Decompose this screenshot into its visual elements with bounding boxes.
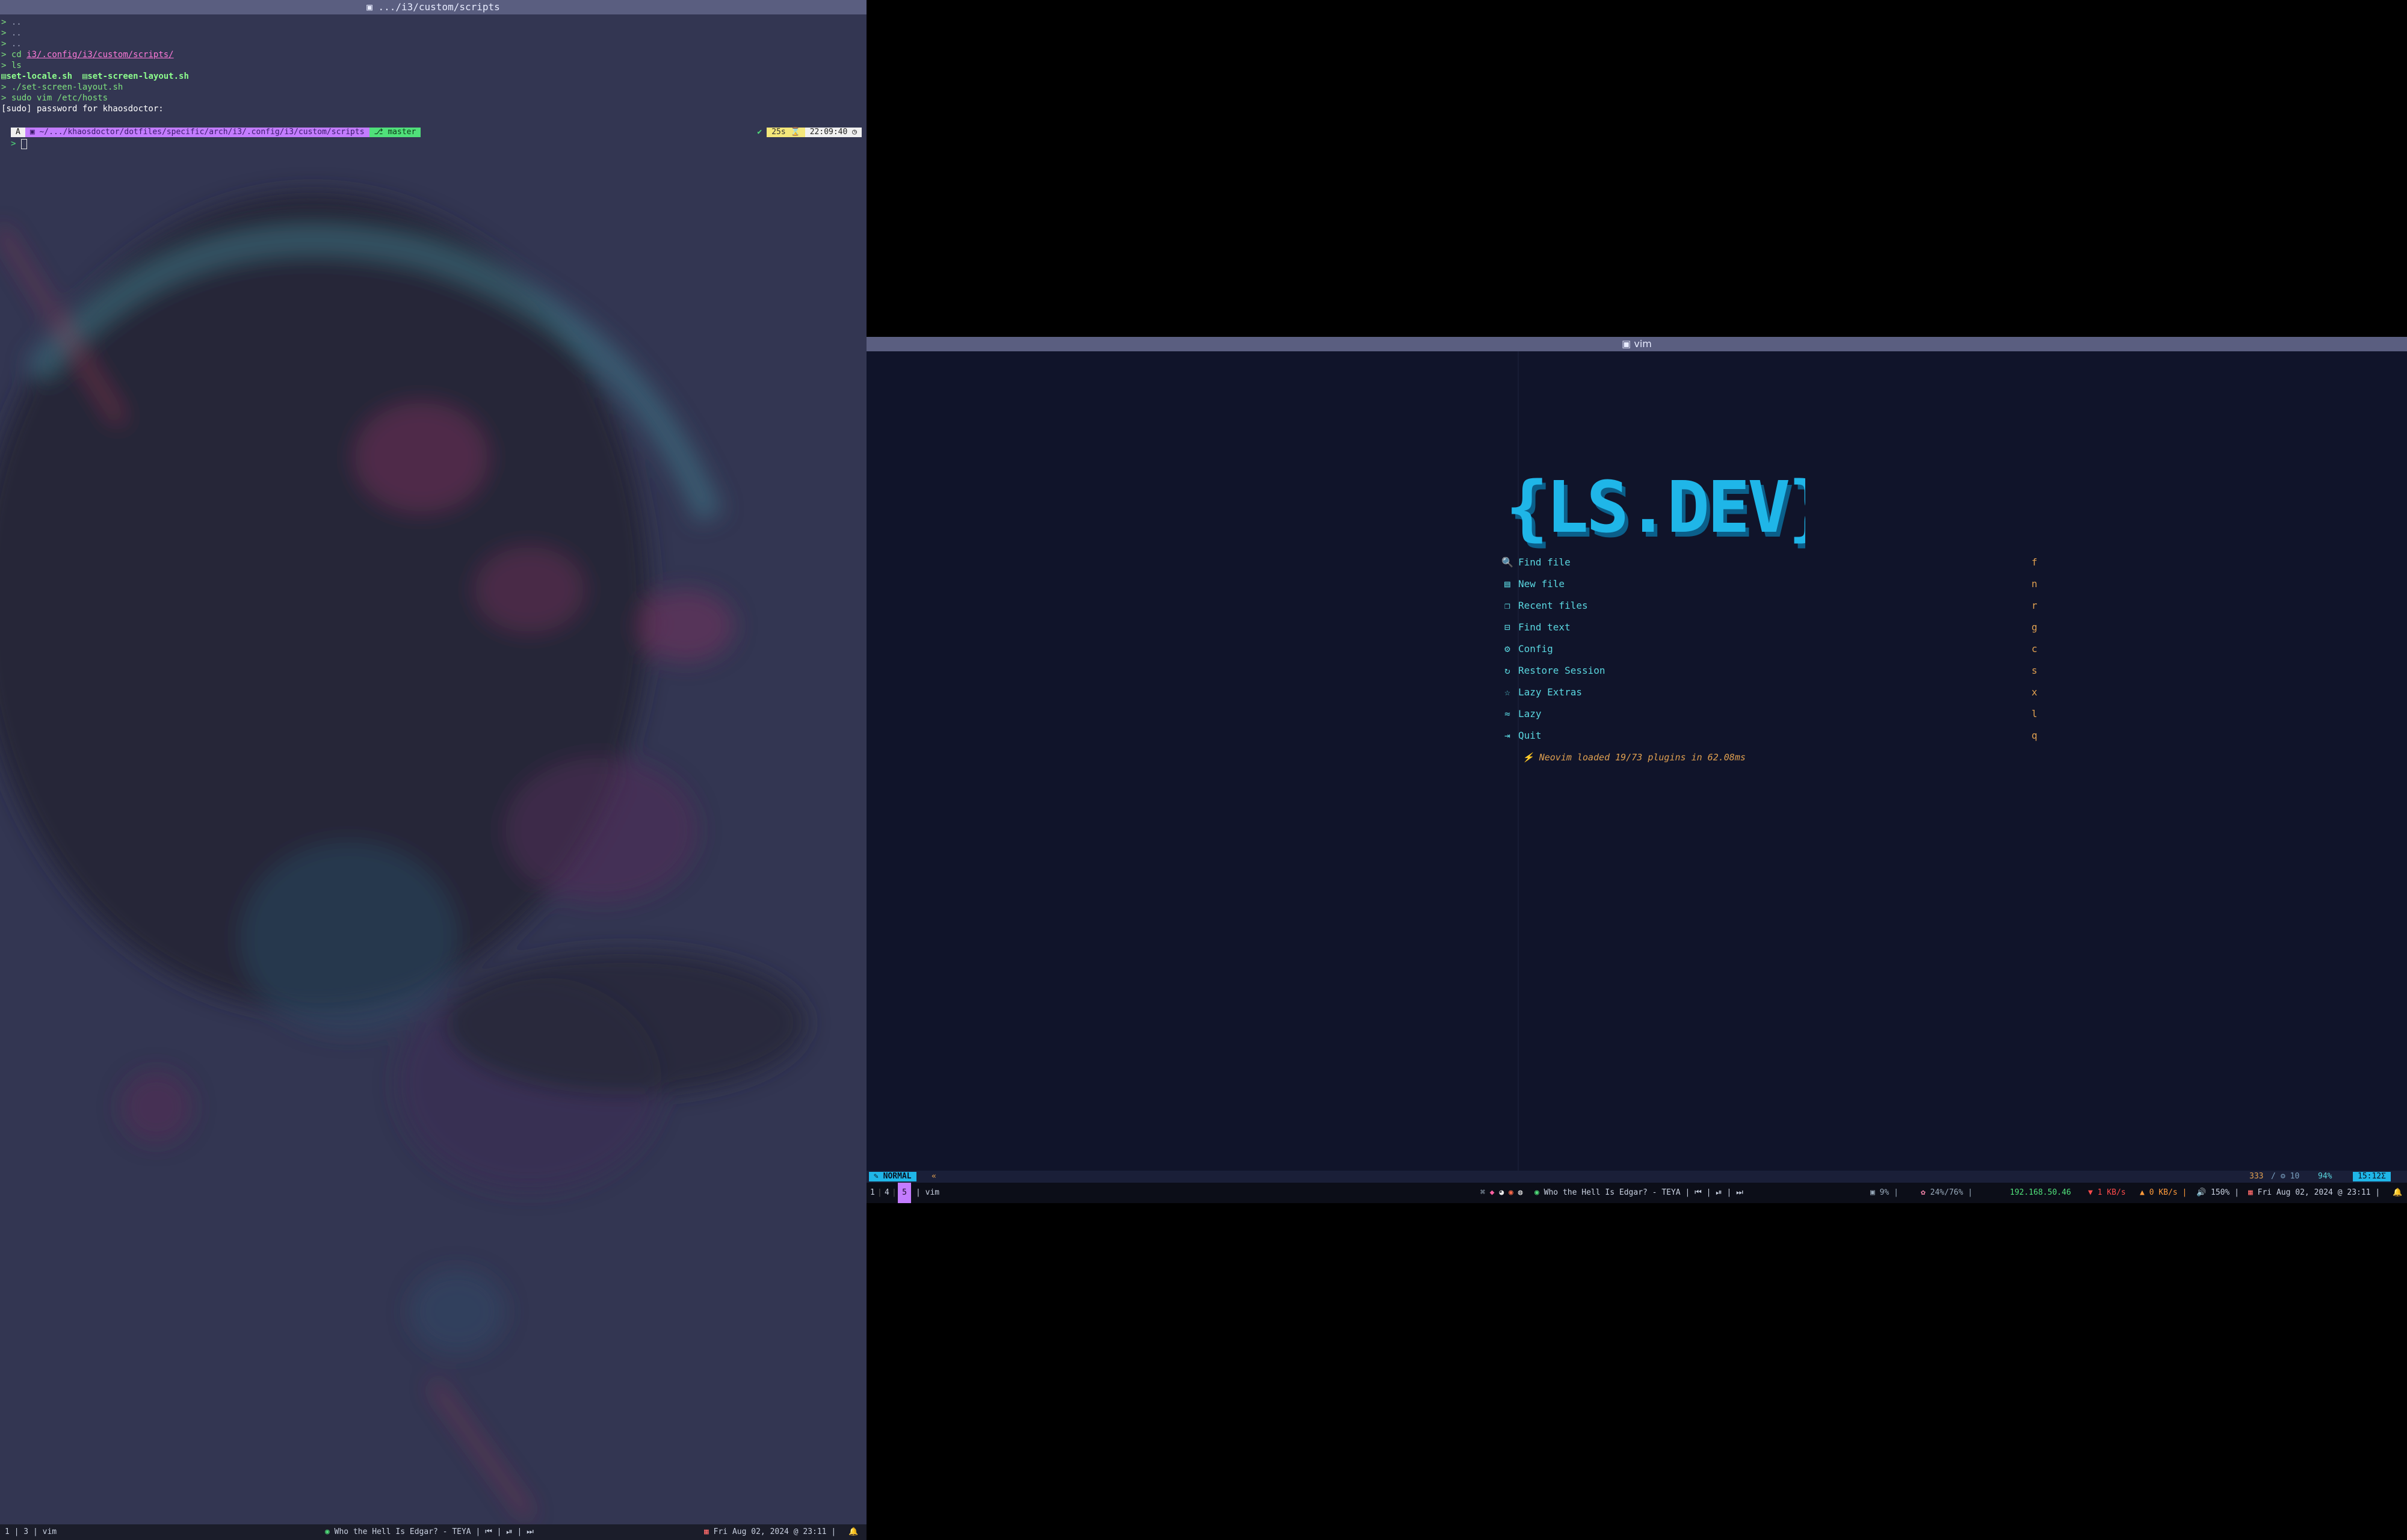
workspace-active[interactable]: 5: [898, 1183, 911, 1203]
quit-icon: ⇥: [1504, 730, 1510, 741]
terminal-line: > ls: [1, 61, 22, 70]
upload-speed: ▲ 0 KB/s |: [2140, 1188, 2187, 1197]
brain-icon: ✿: [1921, 1188, 1926, 1197]
terminal-line: > ./set-screen-layout.sh: [1, 82, 123, 92]
workspace-4[interactable]: 4: [885, 1183, 889, 1203]
ls-dev-logo: {LS.DEV} {LS.DEV}: [1506, 472, 1805, 550]
powerline-path: ▣ ~/.../khaosdoctor/dotfiles/specific/ar…: [25, 128, 369, 137]
ip-address: 192.168.50.46: [2010, 1188, 2071, 1197]
right-status-bar: 1 | 4 | 5 | vim ⌘ ◆ ◕ ◉ ◍ ◉ Who the Hell…: [867, 1183, 2407, 1203]
sudo-prompt: [sudo] password for khaosdoctor:: [1, 104, 164, 114]
download-icon: ▼: [2088, 1188, 2093, 1197]
menu-item-lazy-extras[interactable]: ☆ Lazy Extras x: [1500, 682, 2037, 703]
ls-output: ▤set-locale.sh ▤set-screen-layout.sh: [1, 72, 189, 81]
folder-icon: ▣: [29, 128, 40, 137]
cpu-icon: ▣: [1870, 1188, 1875, 1197]
status-ok-icon: ✔: [757, 128, 762, 137]
gear-icon: ⚙: [2281, 1172, 2290, 1181]
terminal-window-title: .../i3/custom/scripts: [378, 1, 500, 13]
separator: /: [2271, 1172, 2276, 1181]
terminal-line: > ..: [1, 28, 22, 38]
bell-icon[interactable]: 🔔: [848, 1524, 858, 1540]
extras-icon: ☆: [1504, 686, 1510, 698]
terminal-icon: ▣: [366, 1, 379, 13]
menu-item-new-file[interactable]: ▤ New file n: [1500, 573, 2037, 595]
menu-item-recent-files[interactable]: ❐ Recent files r: [1500, 595, 2037, 617]
network-icon: ⌘: [1480, 1188, 1485, 1197]
branch-arrow: «: [932, 1172, 936, 1181]
memory-usage: ✿ 24%/76% |: [1921, 1188, 1973, 1197]
gear-icon: ⚙: [1504, 643, 1510, 654]
powerline-right: ✔ 25s ⌛ 22:09:40 ◷: [752, 128, 862, 137]
speaker-icon: 🔊: [2196, 1188, 2207, 1197]
active-prompt[interactable]: >: [11, 138, 27, 149]
menu-item-lazy[interactable]: ≈ Lazy l: [1500, 703, 2037, 725]
lazy-icon: ≈: [1504, 708, 1510, 719]
focused-window: | vim: [916, 1188, 940, 1197]
datetime: ▦ Fri Aug 02, 2024 @ 23:11 |: [704, 1527, 836, 1536]
search-icon: 🔍: [1501, 556, 1513, 568]
menu-item-find-file[interactable]: 🔍 Find file f: [1500, 552, 2038, 573]
powerline-git-branch: ⎇ master: [369, 128, 421, 137]
cursor-block: [20, 138, 27, 149]
menu-item-quit[interactable]: ⇥ Quit q: [1500, 725, 2037, 747]
powerline-prompt: A ▣ ~/.../khaosdoctor/dotfiles/specific/…: [11, 128, 421, 137]
volume: 🔊 150% |: [2196, 1188, 2239, 1197]
app-icon: ◆: [1489, 1188, 1495, 1197]
terminal-title-bar[interactable]: ▣ .../i3/custom/scripts: [0, 0, 867, 14]
vim-mode-icon: ✎: [874, 1172, 883, 1181]
dashboard[interactable]: {LS.DEV} {LS.DEV} 🔍 Find file f ▤ New file n…: [867, 351, 2407, 1171]
statusline-clock: 15:12Σ: [2353, 1172, 2391, 1181]
workspace-1[interactable]: 1: [870, 1183, 875, 1203]
wallpaper-image: [0, 0, 867, 1540]
discord-icon: ◕: [1499, 1188, 1504, 1197]
vim-title-bar[interactable]: ▣ vim: [867, 337, 2407, 351]
workspace-list[interactable]: 1 | 3 | vim: [5, 1524, 57, 1540]
terminal-line: > cd i3/.config/i3/custom/scripts/: [1, 50, 174, 60]
logo-text: {LS.DEV}: [1506, 472, 1805, 549]
tray-icons[interactable]: ⌘ ◆ ◕ ◉ ◍: [1480, 1183, 1522, 1203]
prompt-time: 22:09:40 ◷: [805, 128, 862, 137]
bell-icon[interactable]: 🔔: [2393, 1183, 2402, 1203]
git-branch-icon: ⎇: [374, 128, 388, 137]
line-count: 333: [2249, 1172, 2264, 1181]
left-monitor: ▣ .../i3/custom/scripts > .. > .. > .. >…: [0, 0, 867, 1540]
restore-icon: ↻: [1504, 665, 1510, 676]
chrome-icon: ◉: [1508, 1188, 1513, 1197]
calendar-icon: ▦: [2248, 1188, 2253, 1197]
vim-window[interactable]: ▣ vim {LS.DEV} {LS.DEV} 🔍 Find file f ▤ New…: [867, 337, 2407, 1203]
obs-icon: ◍: [1518, 1188, 1523, 1197]
startup-stats: ⚡ Neovim loaded 19/73 plugins in 62.08ms: [1522, 752, 1746, 763]
cpu-usage: ▣ 9% |: [1870, 1188, 1899, 1197]
scroll-percent: 94%: [2318, 1172, 2332, 1181]
upload-icon: ▲: [2140, 1188, 2145, 1197]
arch-logo-icon: A: [11, 128, 25, 137]
now-playing: ◉ Who the Hell Is Edgar? - TEYA | ⏮ | ⏯ …: [325, 1527, 534, 1536]
plugin-count: ⚙ 10: [2281, 1172, 2300, 1181]
download-speed: ▼ 1 KB/s: [2088, 1188, 2126, 1197]
terminal-icon: ▣: [1622, 338, 1634, 350]
file-icon: ▤: [1504, 578, 1510, 590]
datetime: ▦ Fri Aug 02, 2024 @ 23:11 |: [2248, 1188, 2381, 1197]
menu-item-find-text[interactable]: ⊟ Find text g: [1500, 617, 2037, 638]
spotify-icon: ◉: [325, 1527, 330, 1536]
terminal-line: > ..: [1, 17, 22, 27]
terminal-line: > sudo vim /etc/hosts: [1, 93, 108, 103]
path-link: i3/.config/i3/custom/scripts/: [26, 50, 174, 60]
vim-statusline: ✎ NORMAL « 333 / ⚙ 10 94% 15:12Σ: [867, 1171, 2407, 1183]
now-playing: ◉ Who the Hell Is Edgar? - TEYA | ⏮ | ⏯ …: [1534, 1188, 1743, 1197]
terminal-line: > ..: [1, 39, 22, 49]
terminal-output[interactable]: > .. > .. > .. > cd i3/.config/i3/custom…: [0, 17, 867, 114]
calendar-icon: ▦: [704, 1527, 709, 1536]
find-text-icon: ⊟: [1504, 621, 1510, 633]
recent-files-icon: ❐: [1504, 600, 1510, 611]
vim-window-title: vim: [1634, 338, 1652, 350]
left-status-bar: 1 | 3 | vim ◉ Who the Hell Is Edgar? - T…: [0, 1524, 867, 1540]
menu-item-config[interactable]: ⚙ Config c: [1500, 638, 2037, 660]
mode-indicator: ✎ NORMAL: [869, 1172, 916, 1181]
menu-item-restore-session[interactable]: ↻ Restore Session s: [1500, 660, 2037, 682]
command-duration: 25s ⌛: [767, 128, 805, 137]
spotify-icon: ◉: [1534, 1188, 1539, 1197]
